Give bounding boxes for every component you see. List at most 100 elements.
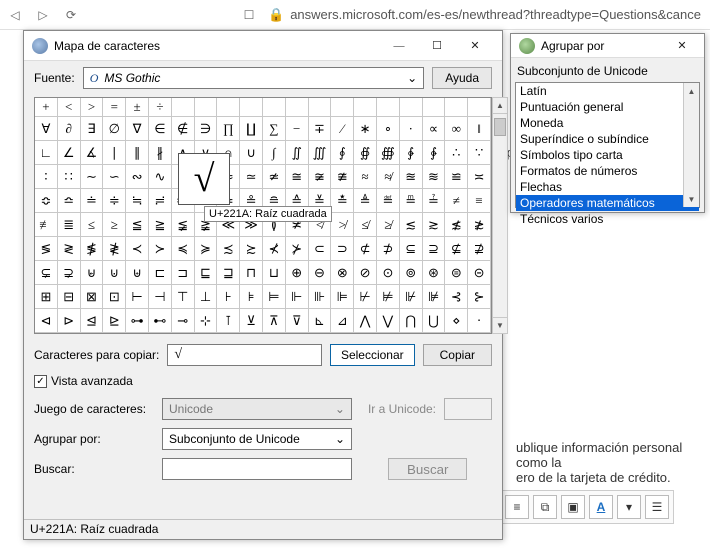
- search-button[interactable]: Buscar: [388, 458, 467, 480]
- char-cell[interactable]: ⊂: [309, 237, 332, 261]
- char-cell[interactable]: ≋: [423, 165, 446, 189]
- unicode-subset-item[interactable]: Formatos de números: [516, 163, 699, 179]
- char-cell[interactable]: ⊑: [195, 261, 218, 285]
- select-button[interactable]: Seleccionar: [330, 344, 415, 366]
- char-cell[interactable]: ≽: [195, 237, 218, 261]
- char-cell[interactable]: ≑: [103, 189, 126, 213]
- advanced-view-checkbox[interactable]: ✓: [34, 375, 47, 388]
- char-cell[interactable]: ∂: [58, 117, 81, 141]
- char-cell[interactable]: ⊩: [286, 285, 309, 309]
- char-cell[interactable]: ≎: [35, 189, 58, 213]
- char-cell[interactable]: ⊁: [286, 237, 309, 261]
- char-cell[interactable]: ⊉: [468, 237, 491, 261]
- char-cell[interactable]: ≹: [103, 237, 126, 261]
- char-cell[interactable]: ∷: [58, 165, 81, 189]
- char-cell[interactable]: ⊤: [172, 285, 195, 309]
- char-cell[interactable]: ⊏: [149, 261, 172, 285]
- char-cell[interactable]: ∅: [103, 117, 126, 141]
- unicode-subset-item[interactable]: Técnicos varios: [516, 211, 699, 227]
- char-cell[interactable]: ∦: [149, 141, 172, 165]
- char-cell[interactable]: ∇: [126, 117, 149, 141]
- char-cell[interactable]: ≦: [126, 213, 149, 237]
- char-cell[interactable]: <: [58, 98, 81, 117]
- unicode-subset-item[interactable]: Superíndice o subíndice: [516, 131, 699, 147]
- char-cell[interactable]: ⊖: [309, 261, 332, 285]
- char-cell[interactable]: [286, 98, 309, 117]
- char-cell[interactable]: ≺: [126, 237, 149, 261]
- char-cell[interactable]: ⊻: [240, 309, 263, 333]
- char-cell[interactable]: ⊧: [240, 285, 263, 309]
- char-cell[interactable]: ⊗: [331, 261, 354, 285]
- char-cell[interactable]: ⋁: [377, 309, 400, 333]
- char-cell[interactable]: ∫: [263, 141, 286, 165]
- minimize-button[interactable]: —: [380, 32, 418, 60]
- char-cell[interactable]: ⊆: [400, 237, 423, 261]
- titlebar[interactable]: Mapa de caracteres — ☐ ✕: [24, 31, 502, 61]
- char-cell[interactable]: ⊇: [423, 237, 446, 261]
- char-cell[interactable]: ⊔: [263, 261, 286, 285]
- char-cell[interactable]: ⊅: [377, 237, 400, 261]
- char-cell[interactable]: ⊣: [149, 285, 172, 309]
- char-cell[interactable]: ⊘: [354, 261, 377, 285]
- char-cell[interactable]: ⊠: [81, 285, 104, 309]
- scroll-thumb[interactable]: [494, 118, 506, 136]
- char-cell[interactable]: ≃: [240, 165, 263, 189]
- char-cell[interactable]: [377, 98, 400, 117]
- char-cell[interactable]: ⊼: [263, 309, 286, 333]
- char-cell[interactable]: ∯: [354, 141, 377, 165]
- char-cell[interactable]: ≼: [172, 237, 195, 261]
- scroll-track[interactable]: [493, 114, 507, 317]
- char-cell[interactable]: ≲: [400, 213, 423, 237]
- bookmark-icon[interactable]: ☐: [240, 6, 258, 24]
- char-cell[interactable]: ⊯: [423, 285, 446, 309]
- char-cell[interactable]: ≢: [35, 213, 58, 237]
- char-cell[interactable]: +: [35, 98, 58, 117]
- char-cell[interactable]: ∏: [217, 117, 240, 141]
- char-cell[interactable]: ∪: [240, 141, 263, 165]
- back-icon[interactable]: ◁: [6, 6, 24, 24]
- char-cell[interactable]: ∃: [81, 117, 104, 141]
- char-cell[interactable]: ∿: [149, 165, 172, 189]
- close-button[interactable]: ✕: [668, 32, 696, 60]
- char-cell[interactable]: ≝: [377, 189, 400, 213]
- char-cell[interactable]: >: [81, 98, 104, 117]
- char-cell[interactable]: ⊸: [172, 309, 195, 333]
- char-cell[interactable]: ≊: [400, 165, 423, 189]
- char-cell[interactable]: ⊃: [331, 237, 354, 261]
- char-cell[interactable]: ≌: [445, 165, 468, 189]
- char-cell[interactable]: ≸: [81, 237, 104, 261]
- char-cell[interactable]: ≡: [468, 189, 491, 213]
- list-scrollbar[interactable]: ▲ ▼: [683, 83, 699, 207]
- char-cell[interactable]: ∶: [35, 165, 58, 189]
- unicode-subset-item[interactable]: Símbolos tipo carta: [516, 147, 699, 163]
- char-cell[interactable]: ∽: [103, 165, 126, 189]
- char-cell[interactable]: ≍: [468, 165, 491, 189]
- char-cell[interactable]: ⊜: [445, 261, 468, 285]
- char-cell[interactable]: [400, 98, 423, 117]
- forward-icon[interactable]: ▷: [34, 6, 52, 24]
- char-cell[interactable]: ∣: [103, 141, 126, 165]
- address-bar[interactable]: 🔒 answers.microsoft.com/es-es/newthread?…: [268, 7, 704, 23]
- char-cell[interactable]: ‖: [468, 117, 491, 141]
- char-cell[interactable]: ⊍: [103, 261, 126, 285]
- char-cell[interactable]: ∋: [195, 117, 218, 141]
- char-cell[interactable]: ∲: [400, 141, 423, 165]
- char-cell[interactable]: ∀: [35, 117, 58, 141]
- char-cell[interactable]: [423, 98, 446, 117]
- char-cell[interactable]: ⊄: [354, 237, 377, 261]
- char-cell[interactable]: ⊕: [286, 261, 309, 285]
- char-cell[interactable]: [172, 98, 195, 117]
- scroll-track[interactable]: [684, 99, 699, 191]
- char-cell[interactable]: ⊥: [195, 285, 218, 309]
- char-cell[interactable]: ≈: [354, 165, 377, 189]
- char-cell[interactable]: ≐: [81, 189, 104, 213]
- char-cell[interactable]: ≣: [58, 213, 81, 237]
- chevron-down-icon[interactable]: ▾: [617, 495, 641, 519]
- groupby-select[interactable]: Subconjunto de Unicode ⌄: [162, 428, 352, 450]
- char-cell[interactable]: ≯: [331, 213, 354, 237]
- char-cell[interactable]: ⊾: [309, 309, 332, 333]
- char-cell[interactable]: ∭: [309, 141, 332, 165]
- char-cell[interactable]: ⋀: [354, 309, 377, 333]
- char-cell[interactable]: ⊲: [35, 309, 58, 333]
- char-cell[interactable]: ≤: [81, 213, 104, 237]
